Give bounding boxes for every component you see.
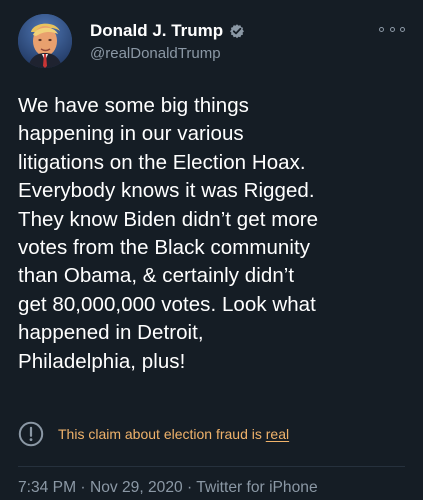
tweet-text-line: Philadelphia, plus! (18, 349, 186, 373)
tweet-source[interactable]: Twitter for iPhone (196, 479, 317, 496)
tweet-card: Donald J. Trump @realDonaldTrump We have… (0, 0, 423, 500)
more-options-dot (379, 26, 384, 32)
tweet-date[interactable]: Nov 29, 2020 (90, 479, 183, 496)
display-name[interactable]: Donald J. Trump (90, 20, 223, 42)
tweet-text-line: They know Biden didn’t get more (18, 207, 319, 231)
verified-badge-icon (230, 24, 245, 39)
divider (18, 466, 405, 467)
profile-photo-icon (18, 14, 72, 68)
claim-notice-prefix: This claim about election fraud is (58, 426, 266, 442)
tweet-text-line: votes from the Black community (18, 236, 311, 260)
name-row: Donald J. Trump (90, 20, 340, 42)
author-handle[interactable]: @realDonaldTrump (90, 44, 340, 64)
avatar[interactable] (18, 14, 72, 68)
claim-notice-text: This claim about election fraud is real (58, 425, 289, 443)
more-options-dot (400, 26, 405, 32)
tweet-text-line: happening in our various (18, 122, 244, 146)
tweet-text-line: than Obama, & certainly didn’t (18, 264, 295, 288)
more-options-button[interactable] (379, 22, 405, 36)
claim-notice: This claim about election fraud is real (18, 420, 405, 448)
author-info: Donald J. Trump @realDonaldTrump (90, 20, 340, 68)
warning-icon (18, 421, 44, 447)
meta-separator: · (76, 479, 90, 496)
tweet-text-line: We have some big things (18, 94, 249, 117)
meta-separator: · (182, 479, 197, 496)
tweet-text-line: get 80,000,000 votes. Look what (18, 292, 316, 316)
tweet-meta: 7:34 PM · Nov 29, 2020 · Twitter for iPh… (18, 478, 406, 498)
tweet-text-line: Everybody knows it was Rigged. (18, 179, 315, 203)
claim-notice-link[interactable]: real (266, 426, 289, 442)
tweet-header: Donald J. Trump @realDonaldTrump (18, 14, 405, 70)
more-options-dot (389, 26, 395, 32)
tweet-text: We have some big things happening in our… (18, 92, 406, 376)
tweet-text-line: litigations on the Election Hoax. (18, 150, 306, 174)
tweet-time[interactable]: 7:34 PM (18, 479, 76, 496)
tweet-text-line: happened in Detroit, (18, 321, 204, 345)
